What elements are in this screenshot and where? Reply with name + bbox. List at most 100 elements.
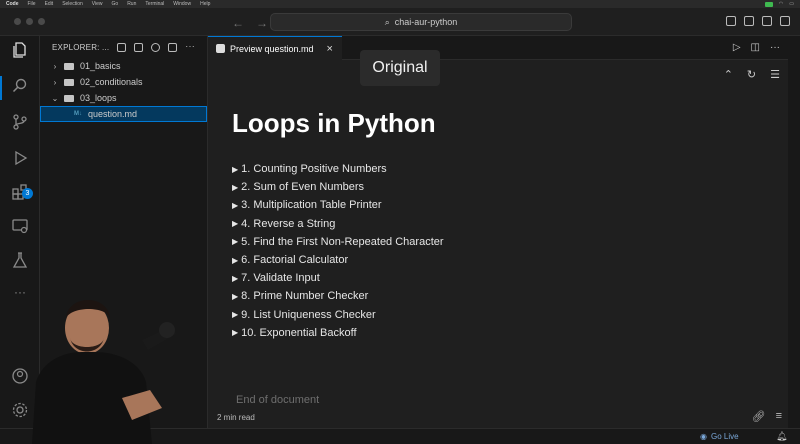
disclosure-triangle-icon: ▶ — [232, 182, 239, 192]
question-label: 8. Prime Number Checker — [241, 290, 369, 303]
testing-flask-icon[interactable] — [10, 250, 30, 270]
wifi-icon: ◠ — [778, 1, 784, 7]
list-item[interactable]: ▶ 7. Validate Input — [232, 269, 444, 287]
toggle-sidebar-icon[interactable] — [726, 16, 736, 26]
tab-label: Preview question.md — [230, 43, 314, 54]
tree-item-label: 02_conditionals — [80, 77, 143, 87]
new-file-icon[interactable] — [117, 42, 127, 52]
markdown-preview: Original ⌃ ↻ ☰ Loops in Python ▶ 1. Count… — [208, 50, 788, 428]
markdown-file-icon: M↓ — [74, 111, 82, 117]
go-live-button[interactable]: ◉ Go Live — [700, 432, 739, 441]
zoom-window-button[interactable] — [38, 18, 45, 25]
split-editor-icon[interactable]: ◫ — [751, 42, 760, 53]
microphone — [159, 322, 175, 338]
list-item[interactable]: ▶ 4. Reverse a String — [232, 215, 444, 233]
disclosure-triangle-icon: ▶ — [232, 310, 239, 320]
menu-go[interactable]: Go — [112, 1, 119, 7]
list-item[interactable]: ▶ 10. Exponential Backoff — [232, 324, 444, 342]
explorer-header: EXPLORER: ... ··· — [40, 36, 207, 58]
question-label: 3. Multiplication Table Printer — [241, 199, 382, 212]
menu-view[interactable]: View — [92, 1, 103, 7]
document-title: Loops in Python — [232, 108, 436, 138]
battery-icon: ▭ — [789, 1, 794, 7]
menu-edit[interactable]: Edit — [45, 1, 54, 7]
more-actions-icon[interactable]: ··· — [185, 41, 194, 52]
question-label: 1. Counting Positive Numbers — [241, 163, 387, 176]
tree-item-label: question.md — [88, 109, 138, 119]
menu-run[interactable]: Run — [127, 1, 136, 7]
menu-code[interactable]: Code — [6, 1, 19, 7]
broadcast-icon: ◉ — [700, 432, 707, 441]
end-of-document: End of document — [236, 394, 320, 406]
menu-terminal[interactable]: Terminal — [145, 1, 164, 7]
minimize-window-button[interactable] — [26, 18, 33, 25]
os-menubar: Code File Edit Selection View Go Run Ter… — [0, 0, 800, 8]
close-window-button[interactable] — [14, 18, 21, 25]
run-debug-icon[interactable] — [10, 148, 30, 168]
tree-folder-03-loops[interactable]: ⌄ 03_loops — [40, 90, 207, 106]
refresh-icon[interactable] — [151, 42, 161, 52]
camera-indicator-icon — [764, 1, 773, 7]
question-label: 5. Find the First Non-Repeated Character — [241, 235, 444, 248]
title-bar: ← → ⌕ chai-aur-python — [0, 8, 800, 36]
new-folder-icon[interactable] — [134, 42, 144, 52]
close-tab-icon[interactable]: × — [327, 43, 333, 55]
explorer-icon[interactable] — [10, 40, 30, 60]
forward-arrow-icon[interactable]: → — [256, 16, 268, 30]
disclosure-triangle-icon: ▶ — [232, 255, 239, 265]
editor-actions: ▷ ◫ ··· — [733, 42, 780, 53]
folder-open-icon — [64, 94, 74, 102]
list-item[interactable]: ▶ 6. Factorial Calculator — [232, 251, 444, 269]
notifications-bell-icon[interactable]: 🔔︎ — [776, 431, 787, 442]
link-icon[interactable]: 🔗︎ — [752, 410, 766, 423]
menu-help[interactable]: Help — [200, 1, 210, 7]
more-actions-icon[interactable]: ··· — [770, 42, 780, 53]
chevron-down-icon: ⌄ — [51, 93, 59, 103]
workspace-name: chai-aur-python — [394, 17, 458, 27]
extensions-badge: 3 — [22, 188, 33, 199]
layout-controls — [726, 16, 790, 26]
list-item[interactable]: ▶ 9. List Uniqueness Checker — [232, 306, 444, 324]
chevron-up-icon[interactable]: ⌃ — [724, 68, 733, 81]
go-live-label: Go Live — [710, 432, 739, 441]
tree-item-label: 01_basics — [80, 61, 121, 71]
nav-arrows: ← → — [232, 16, 268, 30]
tree-file-question-md[interactable]: M↓ question.md — [40, 106, 207, 122]
list-item[interactable]: ▶ 8. Prime Number Checker — [232, 287, 444, 305]
disclosure-triangle-icon: ▶ — [232, 328, 239, 338]
remote-explorer-icon[interactable] — [10, 216, 30, 236]
toggle-secondary-sidebar-icon[interactable] — [762, 16, 772, 26]
toggle-panel-icon[interactable] — [744, 16, 754, 26]
menu-lines-icon[interactable]: ≡ — [776, 410, 782, 423]
collapse-all-icon[interactable] — [168, 42, 178, 52]
back-arrow-icon[interactable]: ← — [232, 16, 244, 30]
list-item[interactable]: ▶ 2. Sum of Even Numbers — [232, 178, 444, 196]
question-label: 6. Factorial Calculator — [241, 254, 349, 267]
search-view-icon[interactable] — [10, 76, 30, 96]
source-control-icon[interactable] — [10, 112, 30, 132]
menu-selection[interactable]: Selection — [62, 1, 83, 7]
outline-list-icon[interactable]: ☰ — [770, 68, 780, 81]
search-icon: ⌕ — [384, 16, 390, 27]
list-item[interactable]: ▶ 3. Multiplication Table Printer — [232, 196, 444, 214]
list-item[interactable]: ▶ 5. Find the First Non-Repeated Characte… — [232, 233, 444, 251]
list-item[interactable]: ▶ 1. Counting Positive Numbers — [232, 160, 444, 178]
customize-layout-icon[interactable] — [780, 16, 790, 26]
editor-tab-bar: Preview question.md × ▷ ◫ ··· — [208, 36, 788, 60]
disclosure-triangle-icon: ▶ — [232, 273, 239, 283]
tree-folder-02-conditionals[interactable]: › 02_conditionals — [40, 74, 207, 90]
disclosure-triangle-icon: ▶ — [232, 200, 239, 210]
preview-icon — [216, 44, 225, 53]
tab-preview-question-md[interactable]: Preview question.md × — [208, 36, 342, 60]
question-label: 2. Sum of Even Numbers — [241, 181, 365, 194]
refresh-preview-icon[interactable]: ↻ — [747, 68, 756, 81]
menu-window[interactable]: Window — [173, 1, 191, 7]
disclosure-triangle-icon: ▶ — [232, 164, 239, 174]
menu-file[interactable]: File — [28, 1, 36, 7]
run-icon[interactable]: ▷ — [733, 42, 741, 53]
chevron-right-icon: › — [53, 61, 57, 71]
chevron-right-icon: › — [53, 77, 57, 87]
tree-folder-01-basics[interactable]: › 01_basics — [40, 58, 207, 74]
command-center-search[interactable]: ⌕ chai-aur-python — [270, 13, 572, 31]
scroll-gutter[interactable] — [788, 36, 800, 428]
